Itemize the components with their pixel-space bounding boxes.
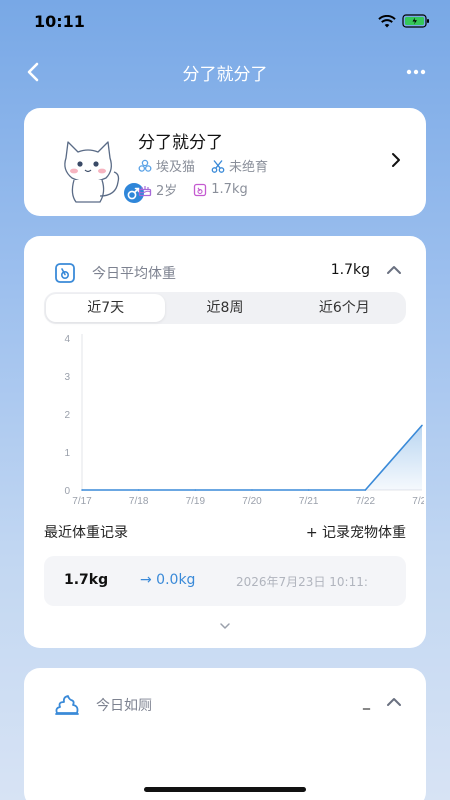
tab-7-days[interactable]: 近7天 — [46, 294, 166, 322]
x-tick-label: 7/22 — [356, 496, 376, 507]
pet-meta-row-1: 埃及猫 未绝育 — [138, 156, 284, 175]
toilet-card: 今日如厕 _ — [24, 668, 426, 800]
toilet-section-header: 今日如厕 — [54, 694, 152, 716]
weight-card: 今日平均体重 1.7kg 近7天 近8周 近6个月 0 1 2 3 4 7/17 7/18… — [24, 236, 426, 648]
weight-section-title: 今日平均体重 — [92, 266, 176, 282]
tab-6-months[interactable]: 近6个月 — [285, 294, 404, 322]
status-time: 10:11 — [34, 12, 85, 31]
breed-chip: 埃及猫 — [138, 156, 195, 175]
weight-label: 1.7kg — [211, 182, 248, 197]
more-button[interactable] — [402, 58, 430, 86]
y-tick-label: 1 — [64, 448, 70, 459]
x-tick-label: 7/23 — [412, 496, 424, 507]
chevron-right-icon[interactable] — [390, 152, 402, 168]
weight-data-point — [137, 489, 140, 491]
toilet-section-title: 今日如厕 — [96, 698, 152, 714]
paw-icon — [138, 159, 152, 172]
weight-series-line — [82, 424, 423, 491]
range-segmented-control: 近7天 近8周 近6个月 — [44, 292, 406, 324]
chart-x-tick-labels: 7/17 7/18 7/19 7/20 7/21 7/22 7/23 — [72, 496, 424, 507]
weight-data-point — [364, 489, 367, 491]
nav-bar: 分了就分了 — [0, 48, 450, 96]
neuter-chip: 未绝育 — [211, 156, 268, 175]
scale-icon — [194, 183, 207, 196]
neuter-label: 未绝育 — [229, 160, 269, 175]
y-tick-label: 0 — [64, 486, 70, 497]
scale-icon — [55, 263, 75, 283]
weight-data-point — [421, 424, 423, 427]
scissors-icon — [211, 159, 225, 173]
recent-records-title: 最近体重记录 — [44, 525, 128, 541]
battery-icon — [402, 14, 429, 28]
chart-axes — [81, 334, 422, 491]
x-tick-label: 7/20 — [242, 496, 262, 507]
pet-meta-row-2: 2岁 1.7kg — [138, 180, 264, 199]
y-tick-label: 3 — [64, 372, 70, 383]
y-tick-label: 4 — [64, 334, 70, 345]
weight-data-point — [251, 489, 253, 491]
cake-icon — [138, 185, 152, 196]
wifi-icon — [378, 14, 396, 27]
weight-chip: 1.7kg — [193, 182, 248, 197]
chart-y-tick-labels: 0 1 2 3 4 — [64, 334, 70, 497]
chart-points — [81, 424, 423, 491]
chevron-down-icon[interactable] — [219, 622, 231, 630]
record-timestamp: 2026年7月23日 10:11: — [236, 575, 368, 589]
more-icon — [406, 69, 426, 75]
tab-8-weeks[interactable]: 近8周 — [165, 294, 284, 322]
x-tick-label: 7/19 — [186, 496, 206, 507]
chevron-up-icon[interactable] — [386, 696, 402, 708]
weight-section-header: 今日平均体重 — [54, 262, 176, 284]
weight-area-fill — [82, 425, 422, 490]
pet-name: 分了就分了 — [138, 133, 223, 153]
toilet-count-value: _ — [363, 694, 370, 710]
chevron-up-icon[interactable] — [386, 264, 402, 276]
y-tick-label: 2 — [64, 410, 70, 421]
status-bar: 10:11 — [0, 0, 450, 44]
status-icons — [378, 14, 430, 28]
pet-profile-card[interactable]: 分了就分了 埃及猫 未绝育 2岁 1.7kg — [24, 108, 426, 216]
weight-data-point — [194, 489, 197, 491]
age-chip: 2岁 — [138, 180, 177, 199]
weight-chart: 0 1 2 3 4 7/17 7/18 7/19 7/20 7/21 7/22 7/23 — [64, 334, 424, 507]
weight-data-point — [307, 489, 310, 491]
age-label: 2岁 — [156, 184, 178, 199]
average-weight-value: 1.7kg — [330, 262, 370, 278]
x-tick-label: 7/17 — [72, 496, 92, 507]
breed-label: 埃及猫 — [156, 160, 196, 175]
weight-data-point — [81, 489, 83, 491]
page-title: 分了就分了 — [182, 65, 268, 85]
x-tick-label: 7/18 — [129, 496, 149, 507]
add-weight-record-button[interactable]: + 记录宠物体重 — [306, 522, 406, 542]
poop-icon — [55, 695, 79, 715]
weight-record-row[interactable]: 1.7kg → 0.0kg 2026年7月23日 10:11: — [44, 556, 406, 606]
home-indicator — [144, 787, 306, 792]
record-weight: 1.7kg — [64, 572, 109, 588]
x-tick-label: 7/21 — [299, 496, 319, 507]
record-change: → 0.0kg — [140, 572, 196, 588]
